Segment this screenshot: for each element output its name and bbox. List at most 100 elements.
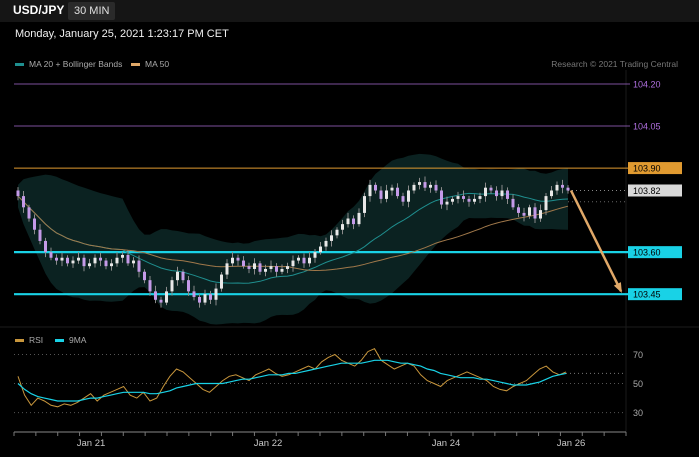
candle-body xyxy=(341,224,344,230)
candle-body xyxy=(539,210,542,219)
candle-body xyxy=(297,257,300,261)
candle-body xyxy=(456,196,460,199)
candle-body xyxy=(346,218,350,225)
candle-body xyxy=(478,196,482,199)
candle-body xyxy=(253,263,256,269)
candle-body xyxy=(148,280,152,292)
candle-body xyxy=(357,212,361,225)
candle-body xyxy=(99,257,102,261)
candle-body xyxy=(291,260,295,267)
candle-body xyxy=(313,252,317,258)
level-label-103-90: 103.90 xyxy=(633,164,661,174)
candle-body xyxy=(544,196,548,211)
candle-body xyxy=(445,201,449,205)
candle-body xyxy=(132,260,135,264)
candle-body xyxy=(33,218,36,230)
candle-body xyxy=(82,257,86,267)
candle-body xyxy=(489,187,493,191)
candle-body xyxy=(258,263,262,272)
candle-body xyxy=(500,190,504,197)
candle-body xyxy=(115,257,119,264)
candle-body xyxy=(396,187,399,197)
candle-body xyxy=(154,291,157,300)
candle-body xyxy=(308,257,311,264)
candle-body xyxy=(385,190,388,199)
candle-body xyxy=(566,187,570,191)
candle-body xyxy=(280,268,284,272)
candle-body xyxy=(247,266,251,269)
rsi-series-rsi xyxy=(17,348,567,408)
candle-body xyxy=(71,260,75,264)
candle-body xyxy=(484,187,487,197)
candle-body xyxy=(165,291,168,303)
candle-body xyxy=(324,240,328,247)
candle-body xyxy=(214,288,218,300)
candle-body xyxy=(49,252,53,258)
candle-body xyxy=(555,184,559,191)
candle-body xyxy=(335,229,339,236)
candle-body xyxy=(511,198,515,208)
candle-body xyxy=(473,198,476,202)
candle-body xyxy=(55,257,58,261)
level-label-103-45: 103.45 xyxy=(633,290,661,300)
level-label-104-05: 104.05 xyxy=(633,122,661,132)
rsi-level-label-30: 30 xyxy=(633,408,643,418)
candle-body xyxy=(352,218,355,225)
candle-body xyxy=(60,257,64,261)
candle-body xyxy=(137,260,141,272)
candle-body xyxy=(203,294,207,303)
candle-body xyxy=(16,190,20,197)
candle-body xyxy=(44,240,47,253)
candle-body xyxy=(121,254,124,258)
candle-body xyxy=(181,271,185,281)
candle-body xyxy=(209,294,212,300)
candle-body xyxy=(423,182,427,188)
candle-body xyxy=(506,190,509,199)
candle-body xyxy=(374,184,377,191)
candle-body xyxy=(275,266,278,272)
x-axis-label: Jan 22 xyxy=(254,438,283,449)
candle-body xyxy=(368,184,372,197)
candle-body xyxy=(170,280,174,292)
candle-body xyxy=(390,187,394,191)
level-label-104-20: 104.20 xyxy=(633,80,661,90)
candle-body xyxy=(126,254,130,264)
candle-body xyxy=(330,235,333,241)
candle-body xyxy=(198,296,201,303)
candle-body xyxy=(467,198,471,202)
candle-body xyxy=(434,184,438,191)
candle-body xyxy=(319,246,322,253)
price-chart[interactable]: 104.20 104.05 103.90 103.82 103.60 103.45 70 50… xyxy=(0,0,699,457)
candle-body xyxy=(550,190,553,197)
candle-body xyxy=(401,196,405,202)
candle-body xyxy=(143,271,146,281)
candle-body xyxy=(264,268,267,272)
candle-body xyxy=(27,207,31,219)
candle-body xyxy=(363,196,366,213)
candle-body xyxy=(187,280,190,292)
rsi-level-label-50: 50 xyxy=(633,379,643,389)
candle-body xyxy=(407,190,410,202)
candle-body xyxy=(104,260,108,267)
candle-body xyxy=(522,212,526,216)
candle-body xyxy=(236,257,240,261)
x-axis-label: Jan 24 xyxy=(432,438,461,449)
candle-body xyxy=(286,266,289,269)
rsi-level-label-70: 70 xyxy=(633,350,643,360)
forecast-arrowhead xyxy=(613,282,622,293)
candle-body xyxy=(495,190,498,197)
candle-body xyxy=(225,263,229,275)
candle-body xyxy=(528,207,531,216)
candle-body xyxy=(110,263,113,267)
candle-body xyxy=(93,257,97,264)
candle-body xyxy=(231,257,234,264)
candle-body xyxy=(451,198,454,202)
candle-body xyxy=(22,196,25,208)
candle-body xyxy=(517,207,520,213)
candle-body xyxy=(176,271,179,281)
candle-body xyxy=(66,257,69,264)
candle-body xyxy=(38,229,42,241)
candle-body xyxy=(220,274,223,289)
level-label-103-82: 103.82 xyxy=(633,186,661,196)
candle-body xyxy=(440,190,443,205)
